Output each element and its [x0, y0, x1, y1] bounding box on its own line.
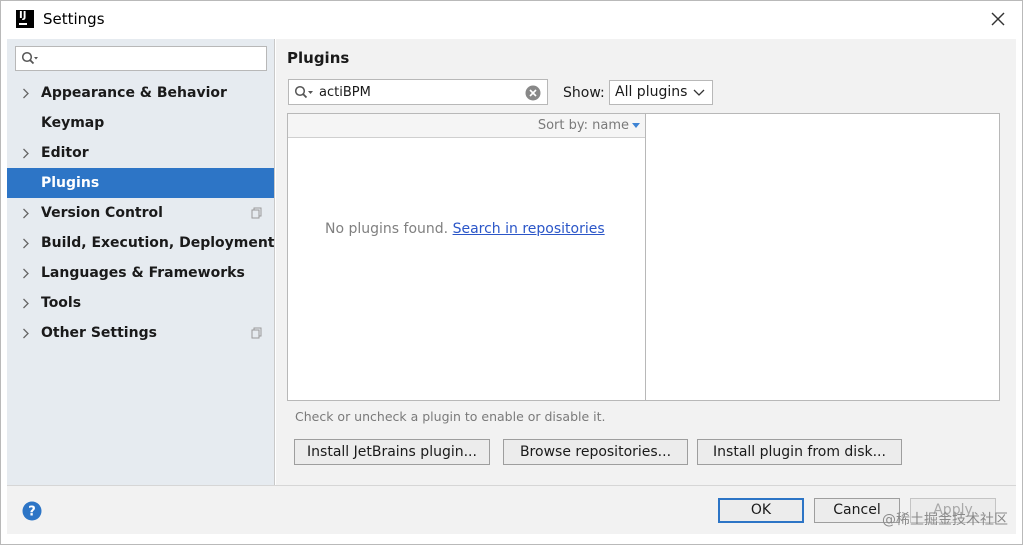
page-title: Plugins	[287, 49, 350, 67]
chevron-right-icon[interactable]	[22, 148, 30, 159]
sidebar-item-label: Editor	[41, 145, 89, 161]
settings-nav: Appearance & Behavior Keymap Editor Plugins…	[7, 78, 275, 348]
sidebar-item-plugins[interactable]: Plugins	[7, 168, 274, 198]
settings-search-box[interactable]	[15, 46, 267, 71]
chevron-right-icon[interactable]	[22, 88, 30, 99]
title-bar: IJ Settings	[1, 1, 1022, 39]
clear-search-icon[interactable]	[525, 85, 541, 101]
plugin-search-box[interactable]	[288, 79, 548, 105]
sidebar-item-build-execution-deployment[interactable]: Build, Execution, Deployment	[7, 228, 275, 258]
sidebar-item-label: Plugins	[41, 175, 100, 191]
show-label: Show:	[563, 85, 605, 101]
close-button[interactable]	[988, 9, 1008, 29]
sidebar-item-label: Keymap	[41, 115, 105, 131]
show-filter-value: All plugins	[615, 84, 688, 100]
plugin-list-header: Sort by: name	[288, 114, 645, 138]
intellij-icon: IJ	[16, 10, 34, 28]
sidebar-item-editor[interactable]: Editor	[7, 138, 274, 168]
window-title: Settings	[43, 10, 105, 28]
empty-results-message: No plugins found. Search in repositories	[325, 221, 605, 237]
sidebar-item-label: Tools	[41, 295, 82, 311]
sidebar-item-label: Version Control	[41, 205, 163, 221]
browse-repositories-button[interactable]: Browse repositories...	[503, 439, 688, 465]
help-icon[interactable]: ?	[22, 501, 42, 521]
chevron-right-icon[interactable]	[22, 238, 30, 249]
sidebar-item-label: Build, Execution, Deployment	[41, 235, 275, 251]
settings-window: IJ Settings Appearance & Behavior Keymap E…	[0, 0, 1023, 545]
chevron-down-icon	[693, 89, 705, 96]
sort-by-control[interactable]: Sort by: name	[538, 118, 629, 133]
settings-search-input[interactable]	[42, 49, 262, 68]
project-settings-icon	[251, 207, 262, 219]
settings-sidebar: Appearance & Behavior Keymap Editor Plugins…	[7, 39, 275, 485]
sort-down-icon	[632, 123, 640, 128]
chevron-right-icon[interactable]	[22, 328, 30, 339]
close-icon	[991, 12, 1005, 26]
sidebar-item-label: Languages & Frameworks	[41, 265, 245, 281]
show-filter-dropdown[interactable]: All plugins	[609, 80, 713, 105]
sidebar-item-other-settings[interactable]: Other Settings	[7, 318, 274, 348]
sidebar-item-version-control[interactable]: Version Control	[7, 198, 274, 228]
search-icon	[294, 85, 313, 99]
install-from-disk-button[interactable]: Install plugin from disk...	[697, 439, 902, 465]
svg-text:?: ?	[28, 505, 36, 520]
plugin-detail-panel	[645, 113, 1000, 401]
sidebar-item-languages-frameworks[interactable]: Languages & Frameworks	[7, 258, 274, 288]
install-jetbrains-plugin-button[interactable]: Install JetBrains plugin...	[294, 439, 490, 465]
plugin-list[interactable]: Sort by: name No plugins found. Search i…	[287, 113, 646, 401]
chevron-right-icon[interactable]	[22, 298, 30, 309]
chevron-right-icon[interactable]	[22, 268, 30, 279]
sidebar-item-label: Other Settings	[41, 325, 157, 341]
dialog-footer: ? OK Cancel Apply	[7, 485, 1016, 534]
sidebar-item-tools[interactable]: Tools	[7, 288, 274, 318]
enable-hint-text: Check or uncheck a plugin to enable or d…	[295, 409, 606, 424]
watermark-text: @稀土掘金技术社区	[882, 512, 1008, 528]
search-icon	[21, 51, 38, 65]
empty-results-text: No plugins found.	[325, 221, 449, 237]
chevron-right-icon[interactable]	[22, 208, 30, 219]
app-icon-letters: IJ	[19, 10, 27, 21]
ok-button[interactable]: OK	[718, 498, 804, 523]
project-settings-icon	[251, 327, 262, 339]
sidebar-item-label: Appearance & Behavior	[41, 85, 227, 101]
sidebar-item-appearance-behavior[interactable]: Appearance & Behavior	[7, 78, 274, 108]
search-in-repositories-link[interactable]: Search in repositories	[453, 221, 605, 237]
sidebar-item-keymap[interactable]: Keymap	[7, 108, 274, 138]
plugin-search-input[interactable]	[319, 83, 519, 102]
plugins-panel: Plugins Show: All plugins Sort by:	[276, 39, 1016, 485]
